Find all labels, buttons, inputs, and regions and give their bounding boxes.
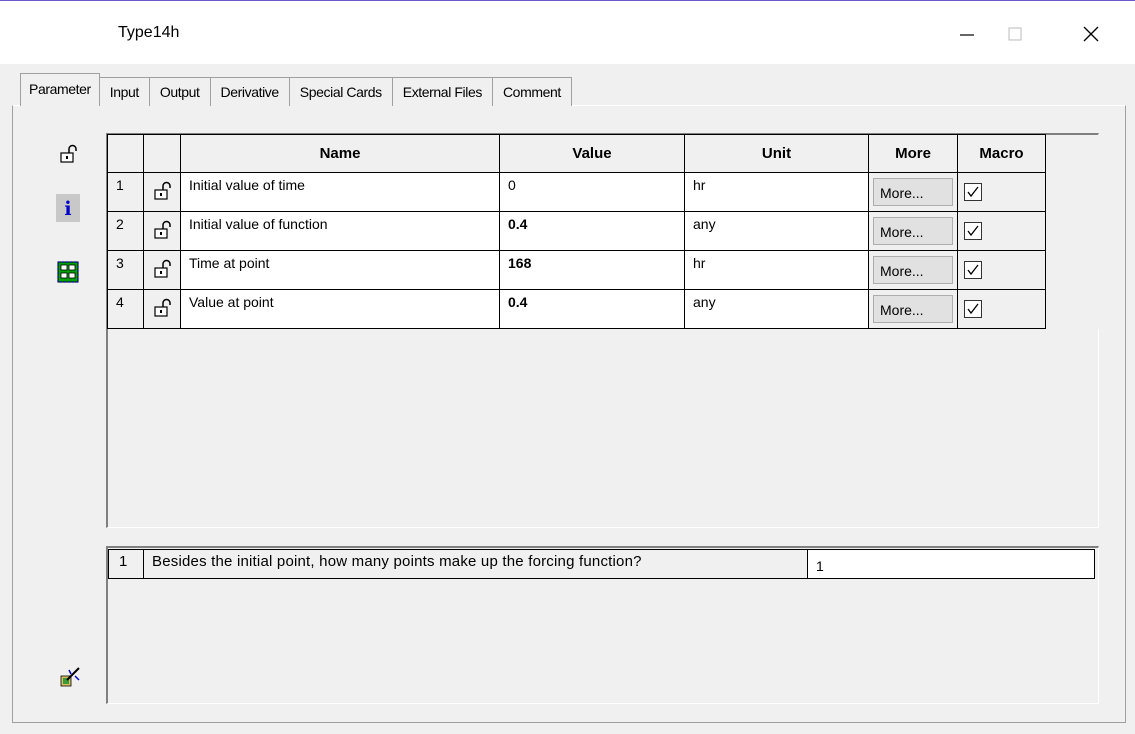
row-number: 4 [107, 289, 144, 329]
minimize-icon [960, 34, 974, 36]
title-bar[interactable]: Type14h [0, 1, 1135, 64]
table-row[interactable]: 1 Initial value of time 0 hr More... [107, 172, 1101, 212]
question-answer-input[interactable]: 1 [808, 549, 1095, 579]
param-value-input[interactable]: 168 [499, 250, 685, 290]
header-num [107, 134, 144, 173]
param-unit[interactable]: any [684, 289, 869, 329]
param-value-input[interactable]: 0.4 [499, 289, 685, 329]
more-cell: More... [868, 250, 958, 290]
checkmark-icon [967, 186, 979, 198]
param-name: Value at point [180, 289, 500, 329]
lock-icon [154, 181, 171, 200]
more-button[interactable]: More... [873, 178, 953, 206]
lock-icon [154, 298, 171, 317]
param-unit[interactable]: hr [684, 250, 869, 290]
row-number: 3 [107, 250, 144, 290]
macro-checkbox[interactable] [964, 261, 982, 280]
grid-filler [1045, 172, 1101, 212]
more-cell: More... [868, 211, 958, 251]
header-unit[interactable]: Unit [684, 134, 869, 173]
grid-layout-button[interactable] [56, 260, 80, 284]
lock-icon [154, 259, 171, 278]
tab-output[interactable]: Output [148, 77, 211, 106]
macro-checkbox[interactable] [964, 183, 982, 202]
row-number: 2 [107, 211, 144, 251]
maximize-icon [1008, 27, 1022, 41]
close-icon [1083, 26, 1099, 42]
close-button[interactable] [1068, 11, 1114, 57]
table-row[interactable]: 4 Value at point 0.4 any More... [107, 289, 1101, 329]
header-value[interactable]: Value [499, 134, 685, 173]
header-name[interactable]: Name [180, 134, 500, 173]
param-name: Initial value of time [180, 172, 500, 212]
header-more[interactable]: More [868, 134, 958, 173]
param-unit[interactable]: any [684, 211, 869, 251]
tab-comment[interactable]: Comment [491, 77, 572, 106]
checkmark-icon [967, 303, 979, 315]
table-row[interactable]: 2 Initial value of function 0.4 any More… [107, 211, 1101, 251]
more-cell: More... [868, 172, 958, 212]
grid-filler [1045, 211, 1101, 251]
header-macro[interactable]: Macro [957, 134, 1046, 173]
table-row[interactable]: 3 Time at point 168 hr More... [107, 250, 1101, 290]
maximize-button[interactable] [992, 11, 1038, 57]
question-row: 1 Besides the initial point, how many po… [108, 549, 1095, 579]
param-unit[interactable]: hr [684, 172, 869, 212]
grid-filler [1045, 289, 1101, 329]
tab-parameter[interactable]: Parameter [20, 73, 100, 106]
macro-checkbox[interactable] [964, 222, 982, 241]
checkmark-icon [967, 225, 979, 237]
question-text: Besides the initial point, how many poin… [144, 549, 808, 579]
macro-checkbox[interactable] [964, 300, 982, 319]
param-name: Time at point [180, 250, 500, 290]
wizard-icon [60, 667, 80, 687]
macro-cell [957, 289, 1046, 329]
macro-cell [957, 172, 1046, 212]
tab-strip: Parameter Input Output Derivative Specia… [20, 73, 572, 106]
tab-derivative[interactable]: Derivative [209, 77, 290, 106]
more-button[interactable]: More... [873, 256, 953, 284]
minimize-button[interactable] [944, 11, 990, 57]
tab-special-cards[interactable]: Special Cards [288, 77, 393, 106]
checkmark-icon [967, 264, 979, 276]
info-icon: i [64, 198, 71, 219]
row-lock-button[interactable] [143, 250, 181, 290]
macro-cell [957, 211, 1046, 251]
tab-input[interactable]: Input [98, 77, 150, 106]
lock-icon [60, 144, 77, 163]
row-lock-button[interactable] [143, 172, 181, 212]
tab-external-files[interactable]: External Files [391, 77, 493, 106]
row-number: 1 [107, 172, 144, 212]
svg-text:i: i [64, 198, 71, 219]
grid-header-row: Name Value Unit More Macro [107, 134, 1101, 173]
info-button[interactable]: i [56, 194, 80, 222]
grid-layout-icon [57, 261, 79, 283]
question-number: 1 [108, 549, 144, 579]
more-button[interactable]: More... [873, 217, 953, 245]
more-cell: More... [868, 289, 958, 329]
param-value-input[interactable]: 0.4 [499, 211, 685, 251]
param-name: Initial value of function [180, 211, 500, 251]
window-title: Type14h [118, 24, 180, 41]
grid-filler [1045, 134, 1101, 173]
row-lock-button[interactable] [143, 211, 181, 251]
param-value-input[interactable]: 0 [499, 172, 685, 212]
grid-filler [1045, 250, 1101, 290]
header-lock [143, 134, 181, 173]
more-button[interactable]: More... [873, 295, 953, 323]
macro-cell [957, 250, 1046, 290]
parameter-grid: Name Value Unit More Macro 1 Initial val… [107, 134, 1101, 329]
wizard-button[interactable] [58, 665, 82, 689]
lock-toggle-button[interactable] [56, 142, 80, 166]
lock-icon [154, 220, 171, 239]
row-lock-button[interactable] [143, 289, 181, 329]
